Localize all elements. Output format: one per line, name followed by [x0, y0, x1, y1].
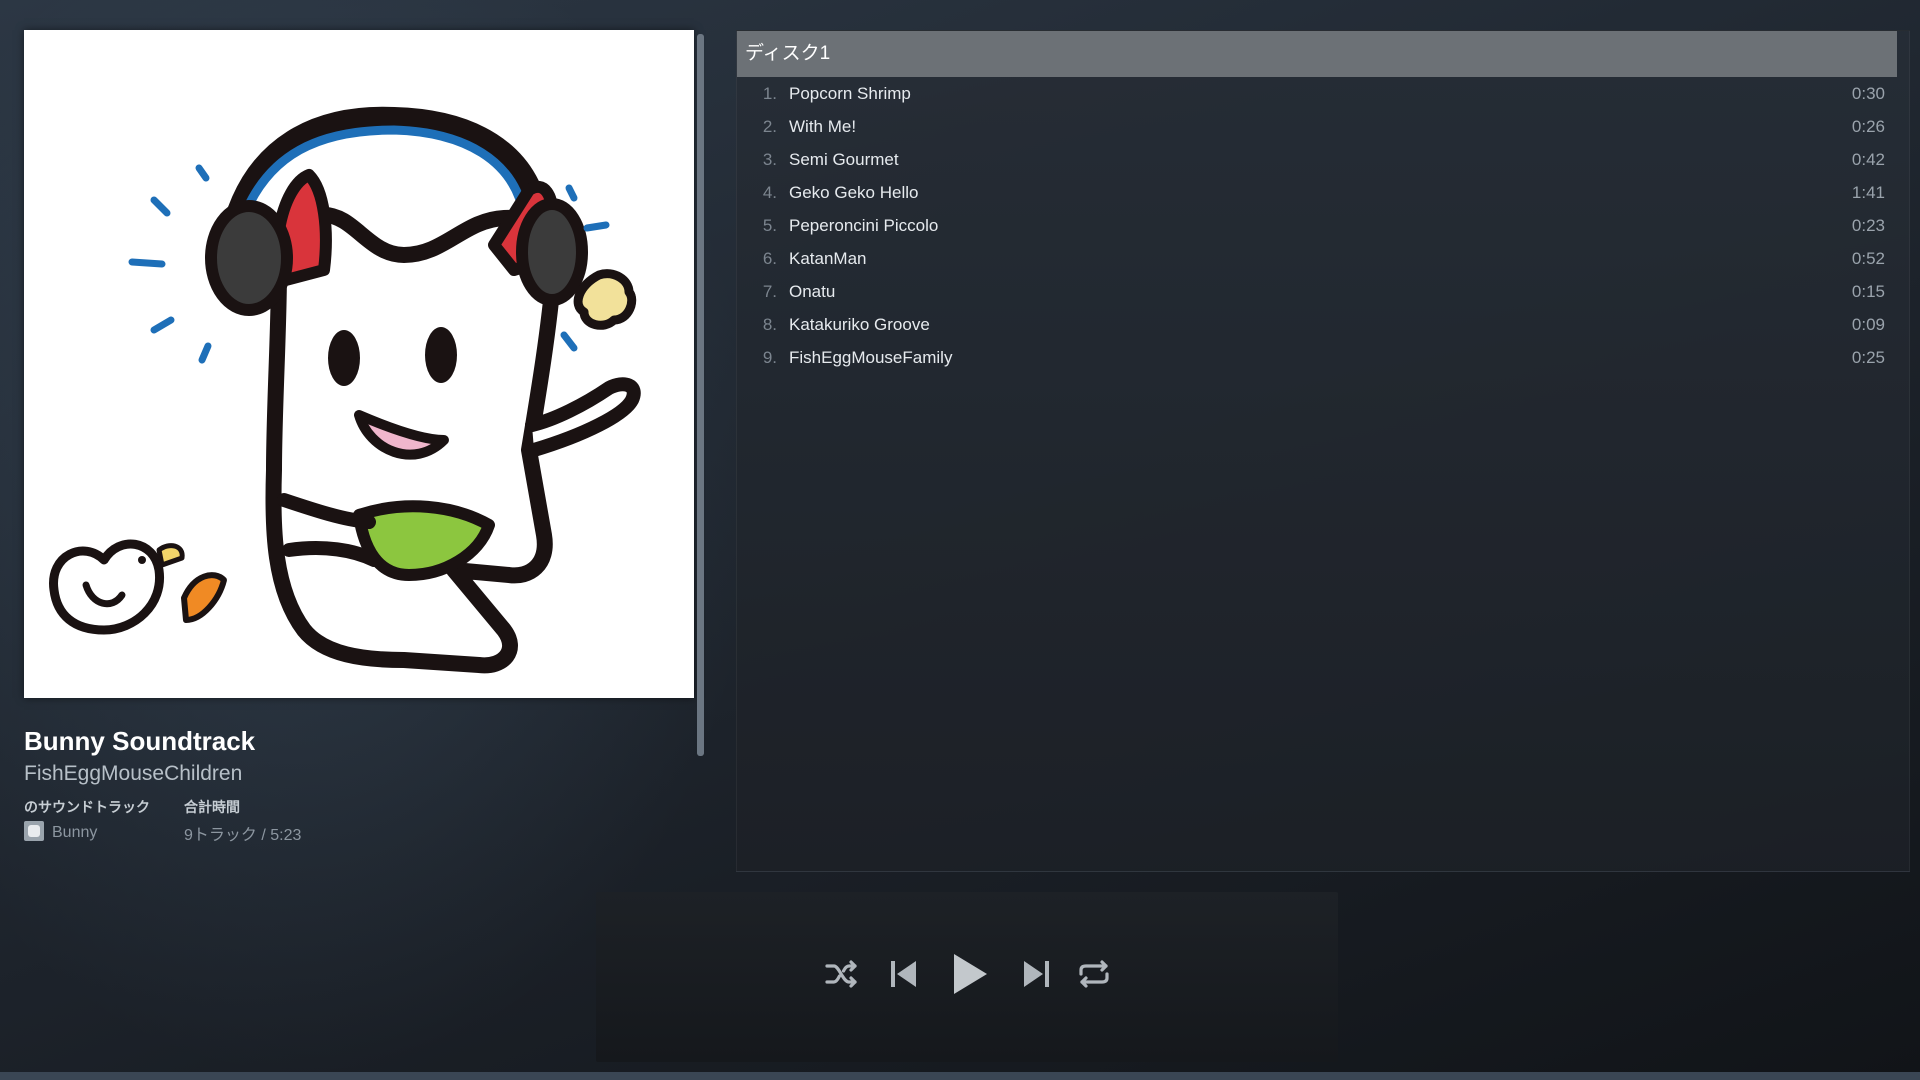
soundtrack-of-value[interactable]: Bunny [52, 824, 97, 841]
track-number: 1. [762, 84, 777, 103]
track-number: 4. [762, 183, 777, 202]
track-name[interactable]: Geko Geko Hello [789, 176, 918, 209]
track-number: 7. [762, 282, 777, 301]
track-row[interactable]: 3. Semi Gourmet 0:42 [737, 143, 1897, 176]
player-panel [596, 892, 1338, 1062]
track-name[interactable]: FishEggMouseFamily [789, 341, 952, 374]
track-row[interactable]: 8. Katakuriko Groove 0:09 [737, 308, 1897, 341]
track-duration: 0:25 [1851, 348, 1885, 367]
album-title: Bunny Soundtrack [24, 726, 256, 756]
track-duration: 1:41 [1851, 183, 1885, 202]
track-name[interactable]: Peperoncini Piccolo [789, 209, 938, 242]
track-name[interactable]: Katakuriko Groove [789, 308, 930, 341]
bottom-bar [0, 1072, 1920, 1080]
track-number: 9. [762, 348, 777, 367]
game-icon [24, 821, 44, 841]
track-row[interactable]: 4. Geko Geko Hello 1:41 [737, 176, 1897, 209]
track-duration: 0:52 [1851, 249, 1885, 268]
track-name[interactable]: With Me! [789, 110, 856, 143]
track-row[interactable]: 9. FishEggMouseFamily 0:25 [737, 341, 1897, 374]
track-duration: 0:23 [1851, 216, 1885, 235]
repeat-icon [1079, 960, 1109, 988]
tracklist-panel: ディスク1 1. Popcorn Shrimp 0:30 2. With Me!… [736, 30, 1910, 872]
shuffle-button[interactable] [822, 954, 862, 994]
track-name[interactable]: Onatu [789, 275, 835, 308]
track-row[interactable]: 1. Popcorn Shrimp 0:30 [737, 77, 1897, 110]
total-time-value: 9トラック / 5:23 [184, 827, 302, 844]
previous-icon [891, 961, 916, 987]
track-number: 5. [762, 216, 777, 235]
shuffle-icon [825, 960, 857, 988]
repeat-button[interactable] [1074, 954, 1114, 994]
next-icon [1024, 961, 1049, 987]
soundtrack-of-link[interactable]: Bunny [24, 821, 97, 842]
play-icon [954, 954, 987, 994]
track-name[interactable]: Popcorn Shrimp [789, 77, 911, 110]
play-button[interactable] [944, 948, 996, 1000]
track-duration: 0:09 [1851, 315, 1885, 334]
next-button[interactable] [1016, 954, 1056, 994]
left-scrollbar[interactable] [697, 34, 704, 756]
track-row[interactable]: 2. With Me! 0:26 [737, 110, 1897, 143]
track-name[interactable]: KatanMan [789, 242, 867, 275]
track-row[interactable]: 7. Onatu 0:15 [737, 275, 1897, 308]
track-number: 3. [762, 150, 777, 169]
track-duration: 0:30 [1851, 84, 1885, 103]
track-duration: 0:15 [1851, 282, 1885, 301]
track-row[interactable]: 6. KatanMan 0:52 [737, 242, 1897, 275]
disc-header: ディスク1 [737, 31, 1897, 77]
track-number: 6. [762, 249, 777, 268]
track-number: 2. [762, 117, 777, 136]
track-duration: 0:42 [1851, 150, 1885, 169]
soundtrack-of-label: のサウンドトラック [24, 799, 150, 815]
album-art-illustration [49, 106, 641, 674]
previous-button[interactable] [884, 954, 924, 994]
track-row[interactable]: 5. Peperoncini Piccolo 0:23 [737, 209, 1897, 242]
album-art [24, 30, 694, 698]
left-scrollbar-thumb[interactable] [697, 34, 704, 756]
track-number: 8. [762, 315, 777, 334]
album-artist[interactable]: FishEggMouseChildren [24, 762, 242, 786]
track-list: 1. Popcorn Shrimp 0:30 2. With Me! 0:26 … [737, 77, 1897, 374]
track-duration: 0:26 [1851, 117, 1885, 136]
total-time-label: 合計時間 [184, 799, 240, 815]
track-name[interactable]: Semi Gourmet [789, 143, 899, 176]
